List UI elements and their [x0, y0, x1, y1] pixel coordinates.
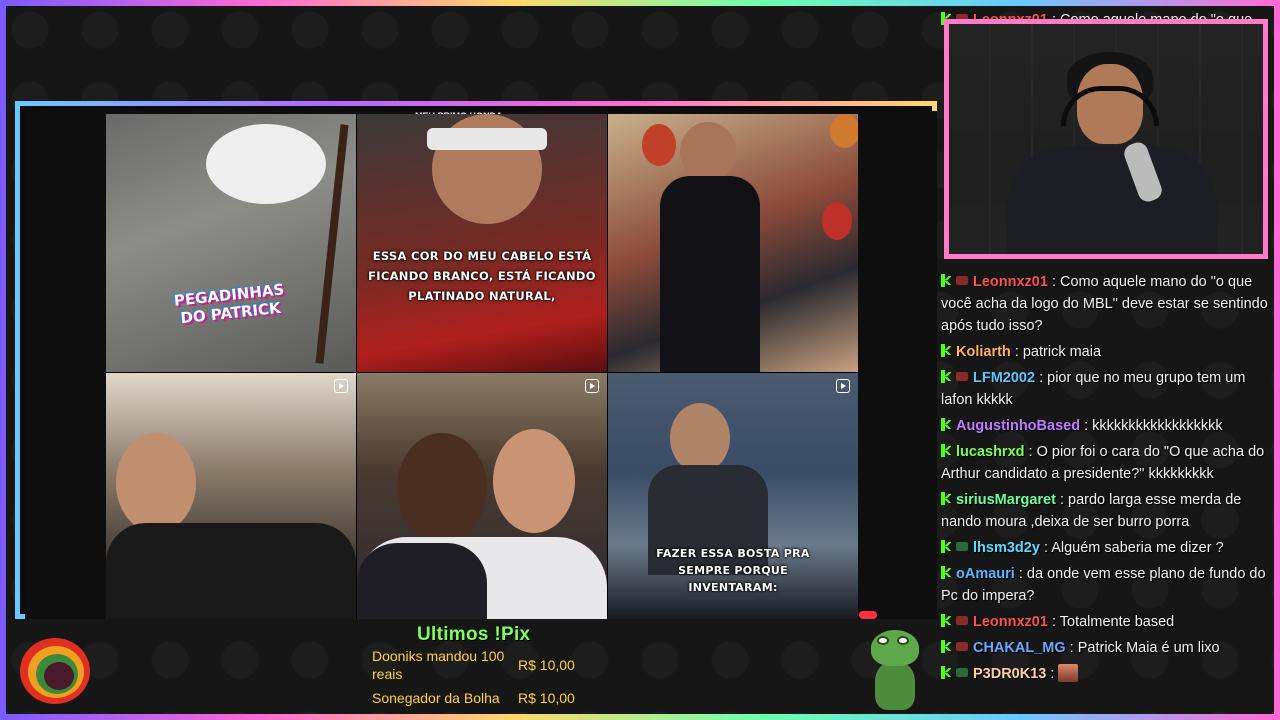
- kick-badge-icon: [941, 370, 952, 383]
- channel-logo: [14, 628, 100, 708]
- pix-title: Ultimos !Pix: [417, 624, 531, 645]
- sub-badge-icon: [956, 642, 968, 651]
- chat-message: siriusMargaret : pardo larga esse merda …: [941, 489, 1271, 533]
- chat-text: : Patrick Maia é um lixo: [1069, 640, 1220, 656]
- chat-text: : patrick maia: [1014, 344, 1102, 360]
- chat-username[interactable]: LFM2002: [973, 370, 1035, 386]
- balloon-shape: [642, 124, 676, 166]
- frog-eye: [897, 636, 909, 645]
- pix-amount: R$ 10,00: [518, 690, 575, 706]
- grid-tile-6[interactable]: FAZER ESSA BOSTA PRA SEMPRE PORQUE INVEN…: [608, 373, 858, 619]
- grid-tile-1[interactable]: PEGADINHAS DO PATRICK: [106, 114, 356, 372]
- emote-icon: [1058, 664, 1079, 682]
- sunglasses-shape: [427, 128, 547, 150]
- chat-text: : Totalmente based: [1051, 614, 1175, 630]
- pix-donor-name: Sonegador da Bolha: [372, 690, 500, 706]
- chat-username[interactable]: AugustinhoBased: [956, 418, 1080, 434]
- chat-text: : kkkkkkkkkkkkkkkkkk: [1084, 418, 1223, 434]
- person-head-shape: [116, 433, 196, 533]
- pepe-frog-icon: [865, 630, 925, 712]
- kick-badge-icon: [941, 640, 952, 653]
- chat-username[interactable]: P3DR0K13: [973, 666, 1046, 682]
- frog-eye: [877, 636, 889, 645]
- sub-badge-icon: [956, 372, 968, 381]
- webcam-frame: [944, 19, 1268, 259]
- chat-message: CHAKAL_MG : Patrick Maia é um lixo: [941, 637, 1271, 659]
- chat-username[interactable]: lhsm3d2y: [973, 540, 1040, 556]
- person-head-shape: [493, 429, 575, 533]
- chat-message: LFM2002 : pior que no meu grupo tem um l…: [941, 367, 1271, 411]
- suit-shape: [357, 543, 487, 619]
- chat-username[interactable]: Leonnxz01: [973, 274, 1048, 290]
- chat-message: Leonnxz01 : Totalmente based: [941, 611, 1271, 633]
- kick-badge-icon: [941, 492, 952, 505]
- kick-badge-icon: [941, 274, 952, 287]
- chat-username[interactable]: oAmauri: [956, 566, 1015, 582]
- chat-username[interactable]: siriusMargaret: [956, 492, 1056, 508]
- kick-badge-icon: [941, 444, 952, 457]
- pix-amount: R$ 10,00: [518, 657, 575, 673]
- instagram-grid: PEGADINHAS DO PATRICK ESSA COR DO MEU CA…: [106, 114, 858, 619]
- chat-username[interactable]: Koliarth: [956, 344, 1011, 360]
- person-body-shape: [660, 176, 760, 372]
- kick-badge-icon: [941, 344, 952, 357]
- chat-message: Koliarth : patrick maia: [941, 341, 1271, 363]
- streamer-body: [1007, 146, 1217, 254]
- person-head-shape: [680, 122, 736, 182]
- logo-ring: [44, 662, 74, 690]
- sub-badge-icon: [956, 616, 968, 625]
- chat-message: lhsm3d2y : Alguém saberia me dizer ?: [941, 537, 1271, 559]
- chat-message: P3DR0K13 :: [941, 663, 1271, 685]
- person-head-shape: [670, 403, 730, 473]
- tile-caption: ESSA COR DO MEU CABELO ESTÁ FICANDO BRAN…: [368, 249, 596, 303]
- chat-message: lucashrxd : O pior foi o cara do "O que …: [941, 441, 1271, 485]
- kick-badge-icon: [941, 666, 952, 679]
- person-head-shape: [397, 433, 487, 543]
- chat-username[interactable]: lucashrxd: [956, 444, 1025, 460]
- screen-share-frame: MEU PRIMO HONDA PEGADINHAS DO PATRICK ES…: [15, 101, 937, 619]
- sub-badge-icon: [956, 542, 968, 551]
- grid-tile-3[interactable]: [608, 114, 858, 372]
- chat-username[interactable]: CHAKAL_MG: [973, 640, 1066, 656]
- balloon-shape: [822, 202, 852, 240]
- person-body-shape: [106, 523, 356, 619]
- grid-tile-4[interactable]: [106, 373, 356, 619]
- chat-message: Leonnxz01 : Como aquele mano do "o que v…: [941, 271, 1271, 337]
- kick-badge-icon: [941, 418, 952, 431]
- sub-badge-icon: [956, 668, 968, 677]
- frog-body: [875, 662, 915, 710]
- dog-shape: [206, 124, 326, 204]
- reel-icon: [334, 379, 348, 393]
- chat-text: : Alguém saberia me dizer ?: [1043, 540, 1224, 556]
- sub-badge-icon: [956, 276, 968, 285]
- pix-donor-name: Dooniks mandou 100 reais: [372, 648, 505, 682]
- reel-icon: [836, 379, 850, 393]
- chat-message: oAmauri : da onde vem esse plano de fund…: [941, 563, 1271, 607]
- chat-message: AugustinhoBased : kkkkkkkkkkkkkkkkkk: [941, 415, 1271, 437]
- chat-text: :: [1050, 666, 1055, 682]
- frog-head: [871, 630, 919, 666]
- reel-icon: [585, 379, 599, 393]
- grid-tile-2[interactable]: ESSA COR DO MEU CABELO ESTÁ FICANDO BRAN…: [357, 114, 607, 372]
- chat-username[interactable]: Leonnxz01: [973, 614, 1048, 630]
- kick-badge-icon: [941, 540, 952, 553]
- screen-share-content: MEU PRIMO HONDA PEGADINHAS DO PATRICK ES…: [25, 111, 937, 619]
- kick-badge-icon: [941, 566, 952, 579]
- pegadinhas-logo: PEGADINHAS DO PATRICK: [173, 280, 289, 353]
- tile-caption: FAZER ESSA BOSTA PRA SEMPRE PORQUE INVEN…: [656, 547, 810, 594]
- kick-badge-icon: [941, 614, 952, 627]
- grid-tile-5[interactable]: [357, 373, 607, 619]
- balloon-shape: [830, 114, 858, 148]
- notification-badge: [859, 611, 877, 619]
